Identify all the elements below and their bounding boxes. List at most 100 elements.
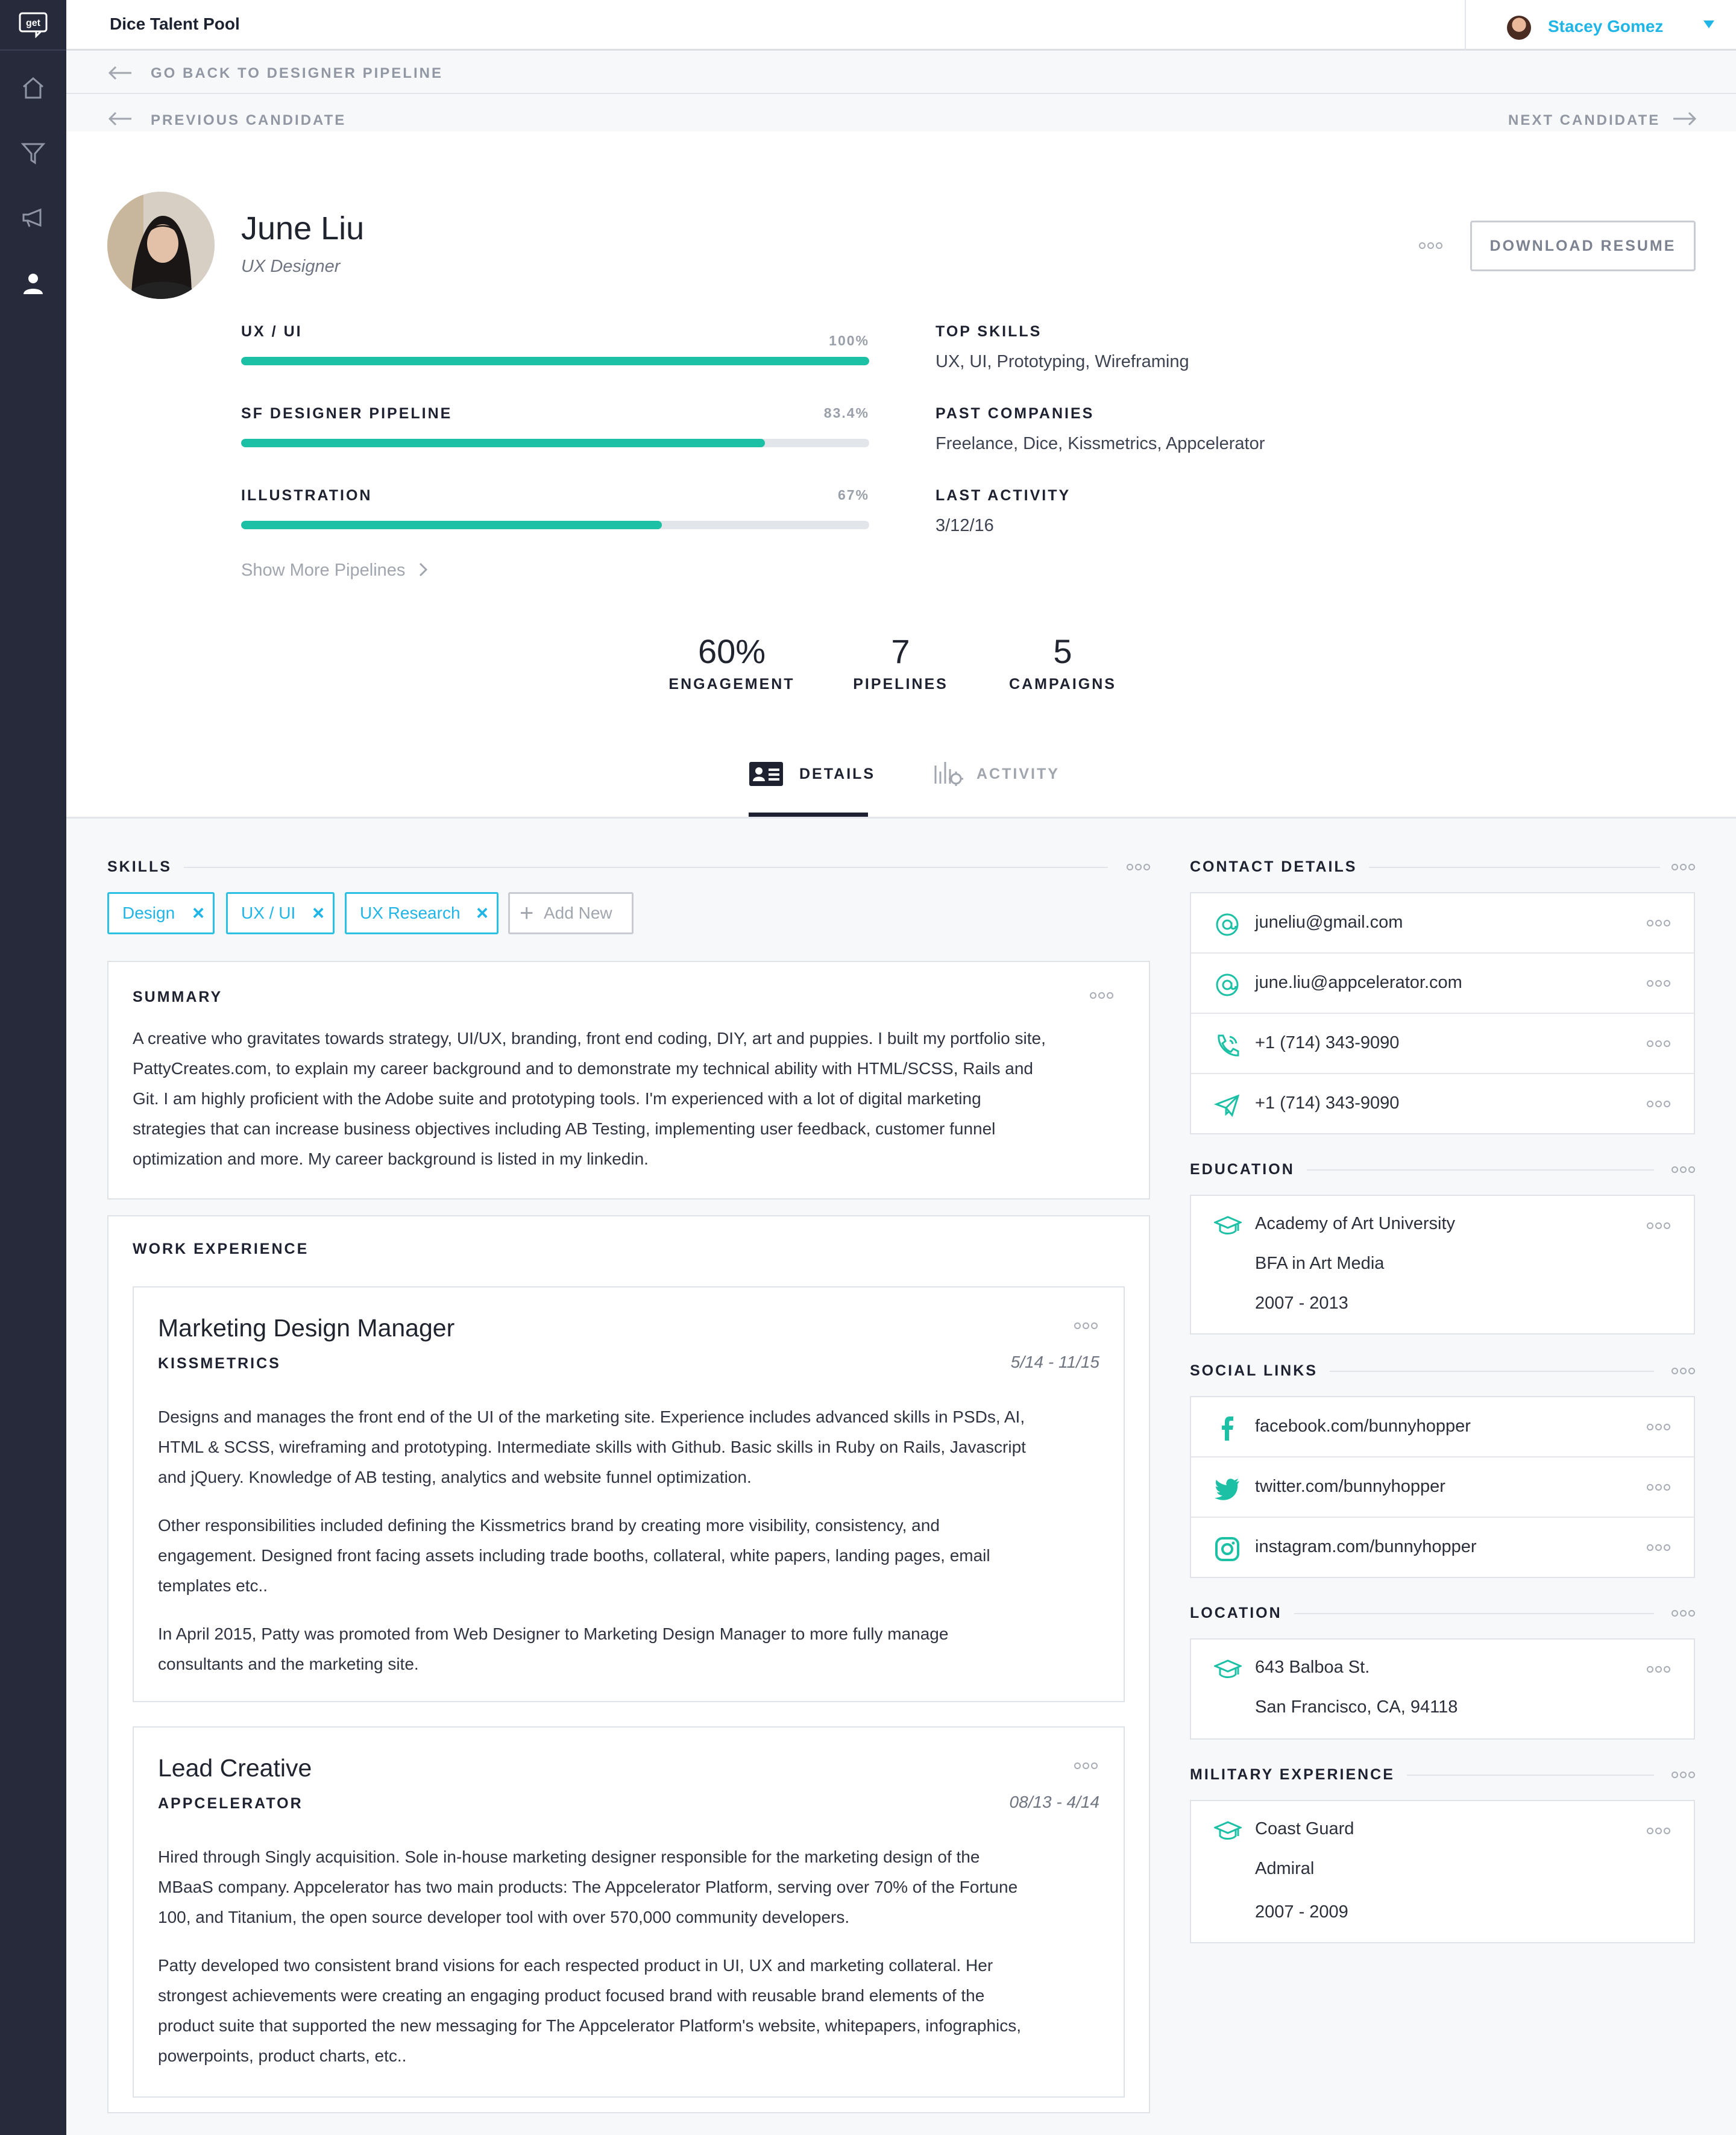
candidate-avatar — [107, 192, 215, 299]
more-options-icon[interactable] — [1419, 242, 1442, 249]
section-title: WORK EXPERIENCE — [133, 1240, 309, 1257]
pipeline-label: UX / UI — [241, 323, 303, 340]
back-to-pipeline-link[interactable]: GO BACK TO DESIGNER PIPELINE — [151, 65, 443, 82]
pipeline-percent: 83.4% — [823, 405, 869, 421]
sidebar-item-campaigns[interactable] — [0, 188, 66, 248]
job-dates: 5/14 - 11/15 — [1010, 1353, 1099, 1371]
add-skill-label: Add New — [544, 904, 612, 922]
social-row[interactable]: twitter.com/bunnyhopper — [1191, 1457, 1694, 1518]
skill-tag-label: Design — [122, 904, 175, 922]
skill-tag-label: UX / UI — [241, 904, 296, 922]
more-options-icon[interactable] — [1672, 1772, 1695, 1778]
more-options-icon[interactable] — [1672, 1610, 1695, 1617]
previous-candidate-link[interactable]: PREVIOUS CANDIDATE — [151, 112, 346, 129]
skill-tag[interactable]: Design × — [107, 892, 215, 934]
social-link: facebook.com/bunnyhopper — [1255, 1417, 1471, 1436]
contact-row[interactable]: +1 (714) 343-9090 — [1191, 1014, 1694, 1074]
user-name: Stacey Gomez — [1548, 17, 1664, 36]
social-card: facebook.com/bunnyhopper twitter.com/bun… — [1190, 1396, 1695, 1578]
app-title: Dice Talent Pool — [110, 14, 240, 33]
contact-row[interactable]: june.liu@appcelerator.com — [1191, 954, 1694, 1014]
social-row[interactable]: instagram.com/bunnyhopper — [1191, 1518, 1694, 1578]
job-description: Patty developed two consistent brand vis… — [158, 1956, 1022, 2065]
top-bar: Dice Talent Pool Stacey Gomez — [66, 0, 1736, 51]
more-options-icon[interactable] — [1647, 1484, 1670, 1491]
skills-section-header: SKILLS — [107, 858, 1150, 876]
more-options-icon[interactable] — [1647, 1828, 1670, 1834]
contact-phone: +1 (714) 343-9090 — [1255, 1093, 1400, 1113]
pipeline-percent: 67% — [837, 487, 869, 503]
contact-row[interactable]: +1 (714) 343-9090 — [1191, 1074, 1694, 1134]
social-link: instagram.com/bunnyhopper — [1255, 1537, 1477, 1556]
user-menu[interactable]: Stacey Gomez — [1465, 0, 1736, 51]
more-options-icon[interactable] — [1074, 1762, 1098, 1769]
stat-label: CAMPAIGNS — [1009, 676, 1116, 693]
more-options-icon[interactable] — [1672, 1368, 1695, 1374]
sidebar-item-home[interactable] — [0, 58, 66, 118]
skill-tag[interactable]: UX / UI × — [226, 892, 335, 934]
add-skill-button[interactable]: + Add New — [508, 892, 634, 934]
more-options-icon[interactable] — [1672, 864, 1695, 870]
divider — [1304, 1169, 1654, 1171]
candidate-name: June Liu — [241, 210, 365, 247]
stat-engagement: 60% ENGAGEMENT — [641, 632, 822, 693]
military-years: 2007 - 2009 — [1255, 1902, 1348, 1922]
sidebar-item-pipelines[interactable] — [0, 123, 66, 183]
more-options-icon[interactable] — [1647, 980, 1670, 987]
at-icon — [1216, 973, 1239, 996]
more-options-icon[interactable] — [1127, 864, 1150, 870]
pipeline-progress-bar — [241, 357, 869, 365]
tab-activity[interactable]: ACTIVITY — [933, 758, 1084, 819]
remove-icon[interactable]: × — [192, 894, 204, 932]
section-title: CONTACT DETAILS — [1190, 858, 1370, 876]
location-street: 643 Balboa St. — [1255, 1658, 1370, 1677]
military-branch: Coast Guard — [1255, 1819, 1354, 1838]
more-options-icon[interactable] — [1090, 992, 1113, 999]
job-company: APPCELERATOR — [158, 1795, 303, 1812]
plus-icon: + — [520, 900, 534, 926]
job-description: Hired through Singly acquisition. Sole i… — [158, 1847, 1018, 1926]
section-title: LOCATION — [1190, 1605, 1294, 1622]
facebook-icon — [1222, 1417, 1233, 1441]
tab-label: ACTIVITY — [976, 766, 1060, 782]
more-options-icon[interactable] — [1647, 1424, 1670, 1430]
graduation-cap-icon — [1214, 1659, 1242, 1678]
education-card: Academy of Art University BFA in Art Med… — [1190, 1195, 1695, 1335]
active-tab-indicator — [749, 813, 868, 817]
job-company: KISSMETRICS — [158, 1355, 281, 1372]
logo[interactable]: get — [0, 0, 66, 51]
job-description: Other responsibilities included defining… — [158, 1516, 990, 1595]
svg-text:get: get — [26, 18, 41, 28]
skill-tag[interactable]: UX Research × — [345, 892, 498, 934]
more-options-icon[interactable] — [1647, 920, 1670, 926]
more-options-icon[interactable] — [1647, 1101, 1670, 1107]
contact-email: juneliu@gmail.com — [1255, 913, 1403, 932]
more-options-icon[interactable] — [1647, 1222, 1670, 1229]
tab-label: DETAILS — [799, 766, 876, 782]
tab-details[interactable]: DETAILS — [749, 758, 873, 819]
sidebar-item-candidates[interactable] — [0, 253, 66, 313]
more-options-icon[interactable] — [1074, 1322, 1098, 1329]
more-options-icon[interactable] — [1647, 1544, 1670, 1551]
candidate-nav-row: PREVIOUS CANDIDATE NEXT CANDIDATE — [66, 95, 1736, 131]
arrow-left-icon — [108, 66, 131, 80]
more-options-icon[interactable] — [1647, 1666, 1670, 1673]
home-icon — [23, 77, 43, 99]
skill-tag-label: UX Research — [360, 904, 461, 922]
more-options-icon[interactable] — [1647, 1040, 1670, 1047]
candidate-title: UX Designer — [241, 257, 341, 276]
divider — [1359, 867, 1660, 868]
job-description: Designs and manages the front end of the… — [158, 1407, 1026, 1486]
remove-icon[interactable]: × — [312, 894, 324, 932]
twitter-icon — [1215, 1479, 1239, 1500]
download-resume-button[interactable]: DOWNLOAD RESUME — [1470, 221, 1696, 271]
past-companies-value: Freelance, Dice, Kissmetrics, Appcelerat… — [936, 434, 1265, 453]
show-more-pipelines-link[interactable]: Show More Pipelines — [241, 561, 429, 580]
more-options-icon[interactable] — [1672, 1166, 1695, 1173]
social-row[interactable]: facebook.com/bunnyhopper — [1191, 1397, 1694, 1457]
next-candidate-link[interactable]: NEXT CANDIDATE — [1508, 112, 1660, 129]
top-skills-value: UX, UI, Prototyping, Wireframing — [936, 352, 1189, 371]
remove-icon[interactable]: × — [476, 894, 488, 932]
last-activity-label: LAST ACTIVITY — [936, 487, 1071, 504]
contact-row[interactable]: juneliu@gmail.com — [1191, 893, 1694, 954]
